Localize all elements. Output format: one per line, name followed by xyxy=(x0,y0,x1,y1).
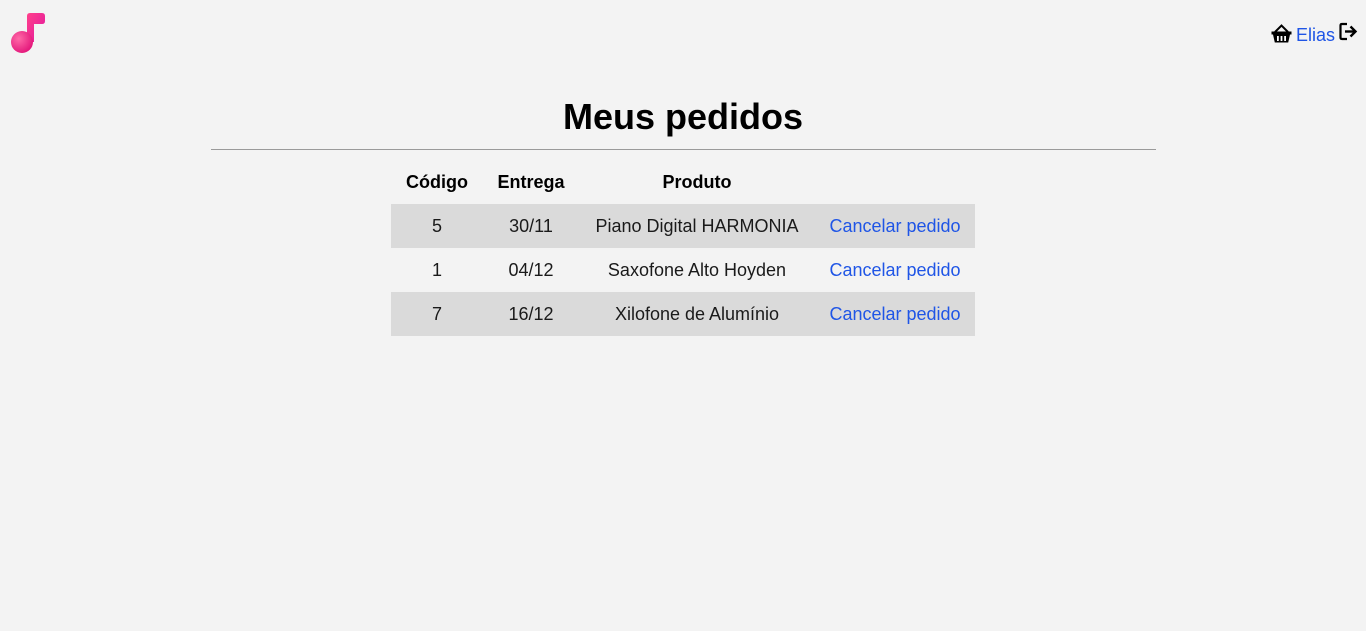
cell-codigo: 5 xyxy=(431,215,442,236)
title-divider xyxy=(211,149,1156,150)
user-bar: Elias xyxy=(1271,22,1358,46)
header-acao xyxy=(815,160,975,204)
cell-codigo: 1 xyxy=(431,259,442,280)
header-entrega: Entrega xyxy=(497,171,565,192)
cell-produto: Xilofone de Alumínio xyxy=(614,303,780,324)
cancel-order-link[interactable]: Cancelar pedido xyxy=(829,216,960,236)
page-title: Meus pedidos xyxy=(562,96,804,137)
cell-codigo: 7 xyxy=(431,303,442,324)
cell-entrega: 04/12 xyxy=(508,259,554,280)
cell-acao: Cancelar pedido xyxy=(815,204,975,248)
basket-icon[interactable] xyxy=(1271,23,1292,43)
orders-table: Código Entrega Produto 5 30/11 Piano Dig… xyxy=(391,160,975,336)
header-produto: Produto xyxy=(662,171,732,192)
cell-acao: Cancelar pedido xyxy=(815,292,975,336)
cell-produto: Saxofone Alto Hoyden xyxy=(607,259,787,280)
cell-entrega: 30/11 xyxy=(509,215,553,236)
cell-acao: Cancelar pedido xyxy=(815,248,975,292)
table-row: 1 04/12 Saxofone Alto Hoyden Cancelar pe… xyxy=(391,248,975,292)
cancel-order-link[interactable]: Cancelar pedido xyxy=(829,260,960,280)
table-row: 5 30/11 Piano Digital HARMONIA Cancelar … xyxy=(391,204,975,248)
logout-icon[interactable] xyxy=(1339,22,1358,41)
user-name-link[interactable]: Elias xyxy=(1296,25,1335,46)
table-header-row: Código Entrega Produto xyxy=(391,160,975,204)
cell-entrega: 16/12 xyxy=(508,303,554,324)
cell-produto: Piano Digital HARMONIA xyxy=(595,215,799,236)
header-codigo: Código xyxy=(406,171,468,192)
music-note-icon[interactable] xyxy=(10,12,46,54)
cancel-order-link[interactable]: Cancelar pedido xyxy=(829,304,960,324)
table-row: 7 16/12 Xilofone de Alumínio Cancelar pe… xyxy=(391,292,975,336)
